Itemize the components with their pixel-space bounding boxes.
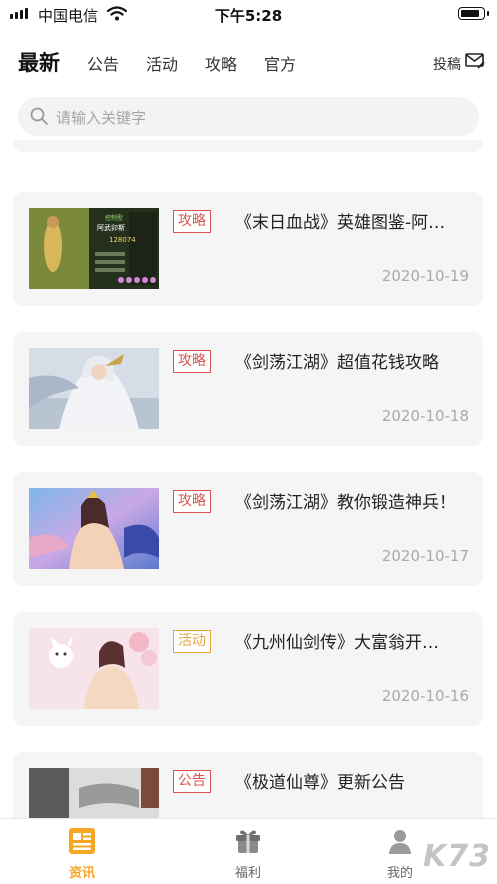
person-icon	[389, 830, 411, 854]
list-item[interactable]	[13, 140, 483, 152]
watermark-logo: K73	[423, 839, 491, 874]
nav-welfare-label: 福利	[234, 866, 261, 881]
category-tag: 公告	[173, 770, 211, 793]
nav-news[interactable]: 资讯	[42, 827, 122, 881]
tab-official[interactable]: 官方	[264, 51, 296, 75]
article-title: 《剑荡江湖》超值花钱攻略	[235, 353, 439, 373]
nav-news-label: 资讯	[68, 866, 95, 881]
category-tag: 攻略	[173, 210, 211, 233]
search-input[interactable]: 请输入关键字	[18, 97, 479, 136]
thumb-text: 128074	[109, 236, 136, 244]
category-tag: 攻略	[173, 350, 211, 373]
news-icon	[69, 828, 95, 854]
article-list: 控制型 阿武卯斯 128074 攻略 《末日血战》英雄图鉴-阿… 2020-10…	[0, 140, 497, 818]
article-title: 《极道仙尊》更新公告	[235, 773, 405, 793]
article-title: 《九州仙剑传》大富翁开…	[235, 633, 439, 653]
list-item[interactable]: 公告 《极道仙尊》更新公告	[13, 752, 483, 818]
tab-announcements[interactable]: 公告	[87, 51, 119, 75]
mail-edit-icon[interactable]	[465, 52, 485, 70]
article-thumbnail	[29, 488, 159, 569]
list-item[interactable]: 活动 《九州仙剑传》大富翁开… 2020-10-16	[13, 612, 483, 726]
bottom-nav: 资讯 福利 我的 K73	[0, 818, 497, 884]
article-thumbnail	[29, 768, 159, 818]
article-date: 2020-10-19	[381, 267, 469, 285]
article-date: 2020-10-17	[381, 547, 469, 565]
status-time: 下午5:28	[214, 7, 283, 25]
article-thumbnail	[29, 628, 159, 709]
tab-guides[interactable]: 攻略	[205, 51, 237, 75]
contribute-button[interactable]: 投稿	[433, 54, 461, 74]
tab-latest[interactable]: 最新	[18, 47, 60, 77]
search-placeholder: 请输入关键字	[56, 109, 147, 127]
category-tag: 攻略	[173, 490, 211, 513]
article-thumbnail: 控制型 阿武卯斯 128074	[29, 208, 159, 289]
category-tag: 活动	[173, 630, 211, 653]
category-tabs: 最新 公告 活动 攻略 官方 投稿	[0, 46, 497, 80]
tab-events[interactable]: 活动	[146, 51, 178, 75]
search-icon	[30, 107, 48, 125]
list-item[interactable]: 攻略 《剑荡江湖》教你锻造神兵！ 2020-10-17	[13, 472, 483, 586]
battery-icon	[458, 7, 489, 20]
list-item[interactable]: 控制型 阿武卯斯 128074 攻略 《末日血战》英雄图鉴-阿… 2020-10…	[13, 192, 483, 306]
article-date: 2020-10-18	[381, 407, 469, 425]
article-title: 《剑荡江湖》教你锻造神兵！	[235, 493, 456, 513]
list-item[interactable]: 攻略 《剑荡江湖》超值花钱攻略 2020-10-18	[13, 332, 483, 446]
gift-icon	[236, 830, 260, 853]
article-date: 2020-10-16	[381, 687, 469, 705]
status-bar: 中国电信 下午5:28	[0, 0, 497, 28]
article-thumbnail	[29, 348, 159, 429]
thumb-text: 控制型	[105, 214, 123, 222]
thumb-text: 阿武卯斯	[97, 223, 125, 232]
article-title: 《末日血战》英雄图鉴-阿…	[235, 213, 446, 233]
nav-welfare[interactable]: 福利	[208, 827, 288, 881]
